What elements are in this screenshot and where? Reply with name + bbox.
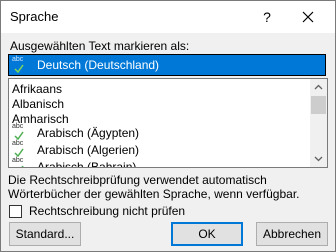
title-bar: Sprache ? [1, 1, 335, 33]
mark-text-label: Ausgewählten Text markieren als: [10, 39, 190, 53]
no-spellcheck-label[interactable]: Rechtschreibung nicht prüfen [29, 204, 185, 218]
help-button[interactable]: ? [257, 7, 277, 27]
language-label: Arabisch (Bahrain) [37, 160, 137, 168]
selected-language-label: Deutsch (Deutschland) [37, 58, 160, 72]
standard-button[interactable]: Standard... [9, 222, 81, 246]
list-item[interactable]: Afrikaans [9, 82, 309, 97]
language-list[interactable]: Afrikaans Albanisch Amharisch abc Arabis… [8, 78, 328, 168]
language-dialog: Sprache ? Ausgewählten Text markieren al… [0, 0, 336, 252]
list-scrollbar[interactable] [310, 79, 327, 167]
spellcheck-icon: abc [12, 157, 26, 167]
close-icon[interactable] [297, 6, 319, 28]
scroll-down-arrow-icon[interactable] [310, 150, 327, 167]
scroll-up-arrow-icon[interactable] [310, 79, 327, 96]
ok-button[interactable]: OK [171, 222, 243, 246]
spellcheck-icon: abc [12, 56, 26, 74]
language-label: Arabisch (Ägypten) [37, 126, 140, 140]
list-item[interactable]: Albanisch [9, 97, 309, 112]
list-item[interactable]: abc Arabisch (Bahrain) [9, 156, 309, 168]
language-label: Albanisch [12, 97, 65, 111]
no-spellcheck-checkbox[interactable] [9, 205, 22, 218]
language-label: Afrikaans [12, 82, 63, 96]
language-label: Arabisch (Algerien) [37, 143, 140, 157]
scrollbar-thumb[interactable] [311, 96, 326, 114]
cancel-button[interactable]: Abbrechen [256, 222, 328, 246]
selected-language-item[interactable]: abc Deutsch (Deutschland) [8, 54, 326, 76]
description-text: Die Rechtschreibprüfung verwendet automa… [8, 173, 300, 201]
dialog-title: Sprache [10, 9, 59, 24]
